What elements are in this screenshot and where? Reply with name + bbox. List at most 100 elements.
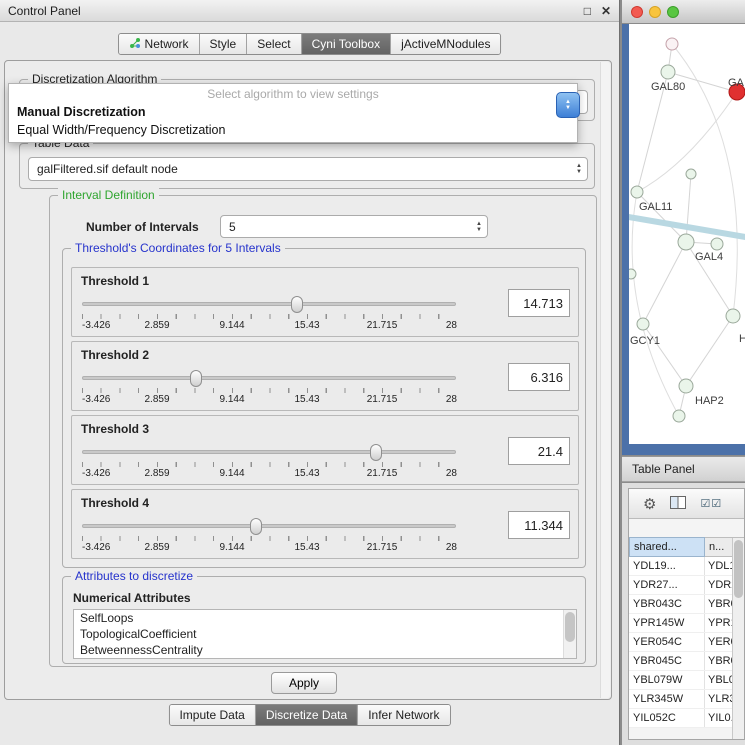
algorithm-option-manual[interactable]: Manual Discretization	[9, 103, 577, 121]
table-row[interactable]: YBL079W YBL0...	[629, 671, 732, 690]
slider-track[interactable]	[82, 376, 456, 380]
network-node[interactable]	[686, 169, 696, 179]
number-of-intervals-dropdown[interactable]: 5 ▲▼	[220, 215, 488, 238]
number-of-intervals-label: Number of Intervals	[86, 220, 199, 234]
scale-label: -3.426	[82, 468, 110, 479]
table-data-selected-value: galFiltered.sif default node	[37, 162, 178, 176]
tab-network[interactable]: Network	[119, 34, 200, 54]
numerical-attributes-label: Numerical Attributes	[73, 591, 191, 605]
float-window-icon[interactable]: □	[584, 4, 591, 18]
list-item[interactable]: SelfLoops	[74, 610, 576, 626]
table-row[interactable]: YDR27... YDR2...	[629, 576, 732, 595]
cell-shared-name: YDR27...	[629, 576, 705, 594]
table-row[interactable]: YIL052C YIL0...	[629, 709, 732, 728]
tab-label: Style	[210, 37, 237, 51]
table-row[interactable]: YER054C YER0...	[629, 633, 732, 652]
table-scrollbar-thumb[interactable]	[734, 540, 743, 598]
algorithm-option-equal-width[interactable]: Equal Width/Frequency Discretization	[9, 121, 577, 139]
network-node-gal11[interactable]	[631, 186, 643, 198]
number-of-intervals-value: 5	[229, 220, 236, 234]
group-title: Attributes to discretize	[71, 569, 197, 583]
slider-thumb[interactable]	[250, 518, 262, 535]
table-row[interactable]: YBR045C YBR0...	[629, 652, 732, 671]
network-node[interactable]	[726, 309, 740, 323]
slider-track[interactable]	[82, 524, 456, 528]
slider-thumb[interactable]	[370, 444, 382, 461]
slider-thumb[interactable]	[291, 296, 303, 313]
slider-track[interactable]	[82, 450, 456, 454]
slider-thumb[interactable]	[190, 370, 202, 387]
network-node[interactable]	[711, 238, 723, 250]
network-node-gcy1[interactable]	[637, 318, 649, 330]
tab-impute-data[interactable]: Impute Data	[169, 705, 255, 725]
node-label-gal80: GAL80	[651, 81, 685, 93]
network-node[interactable]	[666, 38, 678, 50]
network-node-gal80[interactable]	[661, 65, 675, 79]
scale-label: 9.144	[219, 468, 244, 479]
scale-label: 9.144	[219, 394, 244, 405]
dropdown-arrows-icon: ▲▼	[576, 163, 582, 175]
cell-name: YDL1...	[705, 557, 732, 575]
cell-name: YIL0...	[705, 709, 732, 727]
select-rows-checkboxes-icon[interactable]: ☑☑	[700, 497, 722, 510]
scale-label: -3.426	[82, 394, 110, 405]
scale-label: 28	[446, 468, 457, 479]
table-row[interactable]: YBR043C YBR0...	[629, 595, 732, 614]
table-row[interactable]: YPR145W YPR1...	[629, 614, 732, 633]
threshold-3-value-field[interactable]: 21.4	[508, 437, 570, 465]
list-scrollbar-thumb[interactable]	[565, 612, 575, 642]
close-icon[interactable]: ✕	[601, 4, 611, 18]
control-panel-scrollbar[interactable]	[600, 62, 610, 698]
network-edge	[686, 316, 733, 386]
network-node-hap2[interactable]	[679, 379, 693, 393]
minimize-traffic-light-icon[interactable]	[649, 6, 661, 18]
cell-name: YLR3...	[705, 690, 732, 708]
tab-style[interactable]: Style	[200, 34, 248, 54]
list-item[interactable]: BetweennessCentrality	[74, 642, 576, 658]
table-row[interactable]: YLR345W YLR3...	[629, 690, 732, 709]
zoom-traffic-light-icon[interactable]	[667, 6, 679, 18]
column-header-shared-name[interactable]: shared...	[629, 537, 705, 557]
scale-label: 2.859	[144, 542, 169, 553]
table-scrollbar[interactable]	[732, 538, 744, 739]
scale-label: 21.715	[367, 394, 398, 405]
tab-label: Network	[145, 37, 189, 51]
network-edge	[643, 324, 686, 386]
numerical-attributes-list[interactable]: SelfLoops TopologicalCoefficient Between…	[73, 609, 577, 659]
cell-name: YBR0...	[705, 652, 732, 670]
network-view-window: GAL80 GA GAL11 GAL4 GCY1 H HAP2	[622, 0, 745, 455]
gear-icon[interactable]: ⚙	[643, 495, 656, 513]
interval-definition-group: Interval Definition Number of Intervals …	[49, 195, 597, 667]
control-panel-window: Control Panel □ ✕ Network Style Select	[0, 0, 620, 745]
apply-button[interactable]: Apply	[271, 672, 337, 694]
algorithm-dropdown-button[interactable]: ▲ ▼	[556, 92, 580, 118]
tab-label: Select	[257, 37, 290, 51]
table-row[interactable]: YDL19... YDL1...	[629, 557, 732, 576]
tab-select[interactable]: Select	[247, 34, 301, 54]
node-label-gcy1: GCY1	[630, 335, 660, 347]
slider-ticks	[82, 536, 457, 541]
slider-scale: -3.426 2.859 9.144 15.43 21.715 28	[82, 542, 457, 554]
table-header-row: shared... n...	[629, 537, 744, 557]
close-traffic-light-icon[interactable]	[631, 6, 643, 18]
table-data-dropdown[interactable]: galFiltered.sif default node ▲▼	[28, 157, 588, 181]
tab-discretize-data[interactable]: Discretize Data	[256, 705, 358, 725]
threshold-4-value-field[interactable]: 11.344	[508, 511, 570, 539]
network-node-gal4[interactable]	[678, 234, 694, 250]
network-canvas[interactable]: GAL80 GA GAL11 GAL4 GCY1 H HAP2	[629, 24, 745, 444]
cell-name: YPR1...	[705, 614, 732, 632]
threshold-1-value-field[interactable]: 14.713	[508, 289, 570, 317]
columns-icon[interactable]	[670, 496, 686, 512]
threshold-label: Threshold 2	[81, 348, 149, 362]
tab-infer-network[interactable]: Infer Network	[358, 705, 449, 725]
slider-track[interactable]	[82, 302, 456, 306]
tab-cyni-toolbox[interactable]: Cyni Toolbox	[302, 34, 391, 54]
list-item[interactable]: TopologicalCoefficient	[74, 626, 576, 642]
table-rows: YDL19... YDL1... YDR27... YDR2... YBR043…	[629, 557, 732, 728]
network-node[interactable]	[673, 410, 685, 422]
network-node[interactable]	[629, 269, 636, 279]
scale-label: 15.43	[294, 468, 319, 479]
threshold-2-value-field[interactable]: 6.316	[508, 363, 570, 391]
tab-jactivemnodules[interactable]: jActiveMNodules	[391, 34, 500, 54]
list-scrollbar[interactable]	[563, 610, 576, 658]
